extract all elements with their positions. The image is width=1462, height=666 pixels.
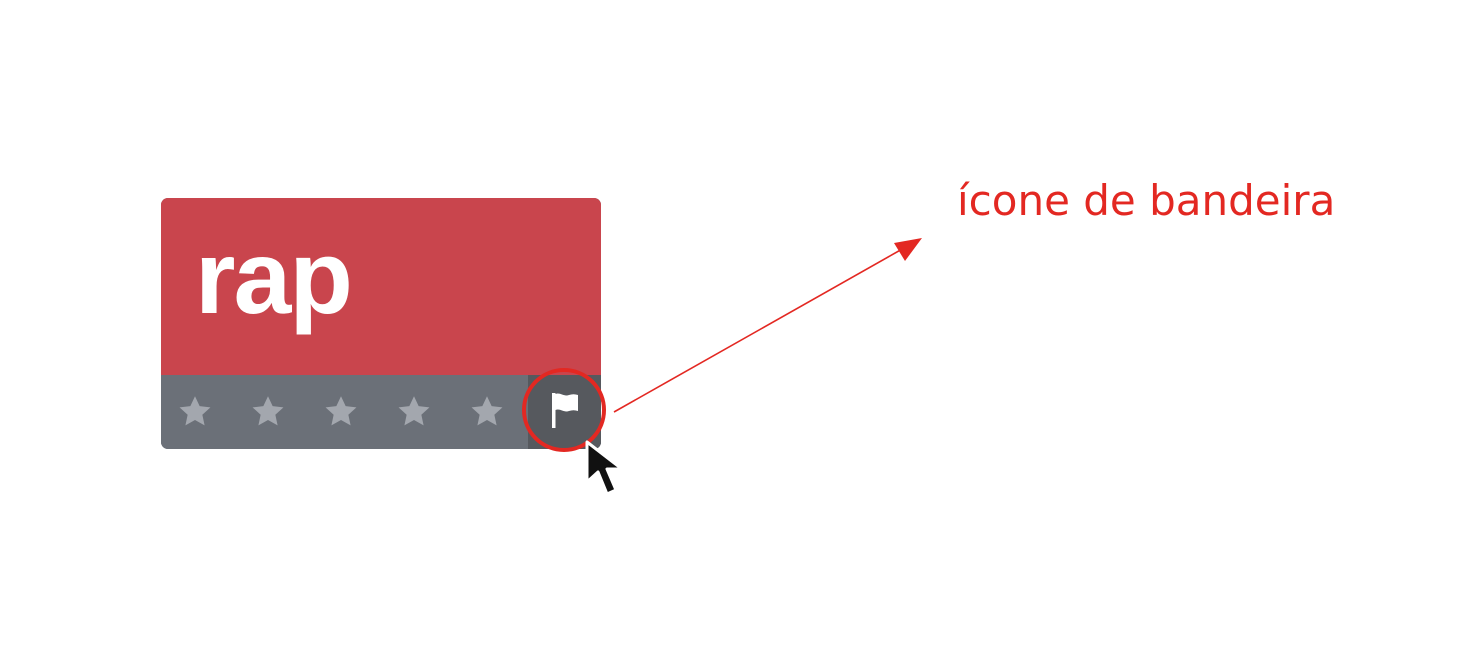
tile-footer <box>161 375 601 449</box>
tile-title: rap <box>195 220 353 336</box>
star-icon[interactable] <box>250 394 286 430</box>
star-icon[interactable] <box>323 394 359 430</box>
star-icon[interactable] <box>469 394 505 430</box>
star-icon[interactable] <box>177 394 213 430</box>
category-tile[interactable]: rap <box>161 198 601 449</box>
callout-label: ícone de bandeira <box>957 176 1336 225</box>
star-rating <box>177 394 505 430</box>
flag-icon <box>552 393 578 428</box>
flag-button[interactable] <box>528 375 601 449</box>
tile-header: rap <box>161 198 601 375</box>
mouse-pointer-icon <box>585 440 624 496</box>
star-icon[interactable] <box>396 394 432 430</box>
